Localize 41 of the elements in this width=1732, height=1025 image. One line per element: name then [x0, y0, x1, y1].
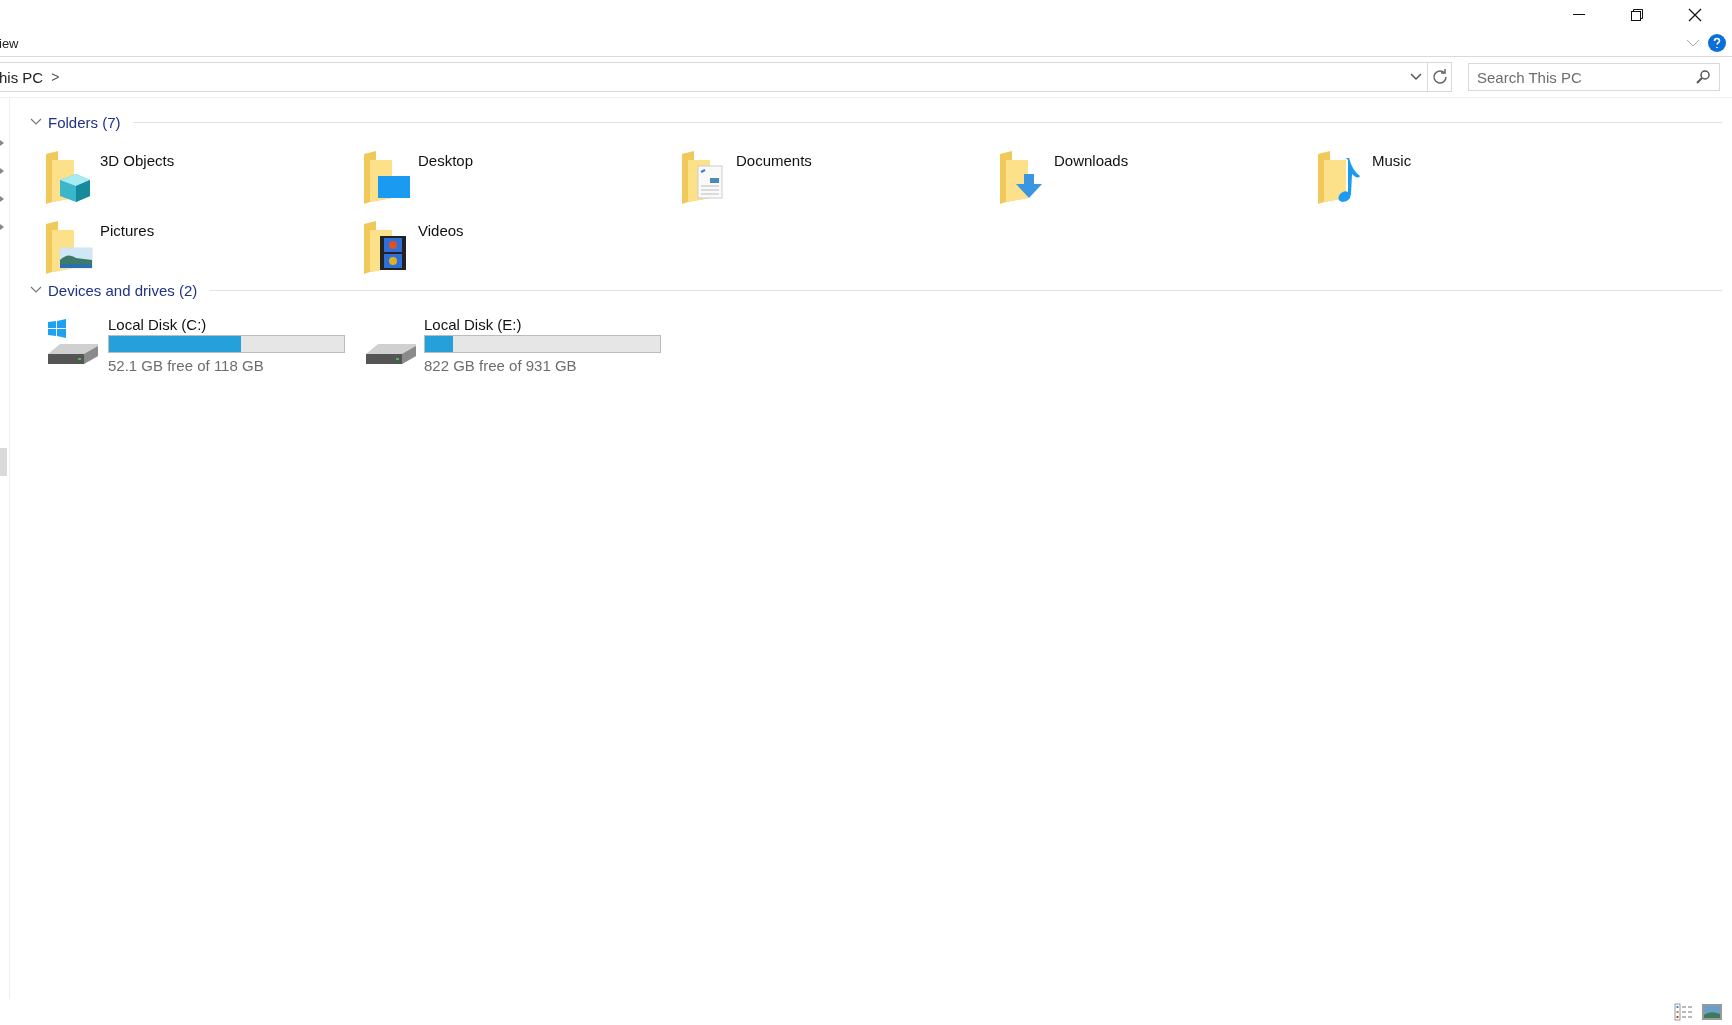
chevron-icon[interactable] [30, 286, 42, 294]
search-icon[interactable] [1696, 70, 1710, 84]
chevron-down-icon [1410, 73, 1422, 81]
free-space-text: 52.1 GB free of 118 GB [108, 357, 265, 374]
help-icon[interactable] [1708, 34, 1726, 52]
expand-arrow-icon[interactable] [0, 168, 4, 174]
breadcrumb-item[interactable]: his PC [0, 68, 44, 86]
folder-monitor-icon [362, 150, 412, 206]
drive-item[interactable]: Local Disk (E:) 822 GB free of 931 GB [362, 304, 680, 384]
expand-arrow-icon[interactable] [0, 196, 4, 202]
minimize-icon [1573, 14, 1585, 16]
hard-drive-icon [366, 344, 416, 364]
expand-arrow-icon[interactable] [0, 224, 4, 230]
group-header[interactable]: Folders (7) [48, 113, 121, 131]
scrollbar-thumb[interactable] [0, 448, 7, 476]
folder-item[interactable]: Downloads [998, 136, 1316, 206]
group-header[interactable]: Devices and drives (2) [48, 281, 198, 299]
drive-name: Local Disk (E:) [424, 316, 523, 333]
restore-icon [1631, 9, 1643, 21]
folder-item[interactable]: Documents [680, 136, 998, 206]
details-view-button[interactable] [1674, 1003, 1694, 1021]
folder-landscape-icon [44, 220, 94, 276]
large-icons-view-button[interactable] [1702, 1004, 1722, 1020]
folder-item[interactable]: Videos [362, 206, 680, 276]
close-icon [1688, 8, 1702, 22]
landscape-thumbnail-icon [1702, 1004, 1722, 1020]
search-field[interactable]: Search This PC [1468, 63, 1720, 91]
folder-item[interactable]: 3D Objects [44, 136, 362, 206]
folder-item[interactable]: Music [1316, 136, 1634, 206]
ribbon-tab[interactable]: iew [0, 35, 19, 51]
breadcrumb-separator[interactable]: > [43, 69, 68, 85]
refresh-icon [1431, 69, 1448, 85]
drive-item[interactable]: Local Disk (C:) 52.1 GB free of 118 GB [44, 304, 362, 384]
free-space-text: 822 GB free of 931 GB [424, 357, 578, 374]
chevron-down-icon[interactable] [1686, 39, 1700, 47]
folder-item[interactable]: Pictures [44, 206, 362, 276]
drive-name: Local Disk (C:) [108, 316, 208, 333]
folder-item[interactable]: Desktop [362, 136, 680, 206]
chevron-icon[interactable] [30, 118, 42, 126]
expand-arrow-icon[interactable] [0, 140, 4, 146]
details-list-icon [1674, 1003, 1694, 1021]
